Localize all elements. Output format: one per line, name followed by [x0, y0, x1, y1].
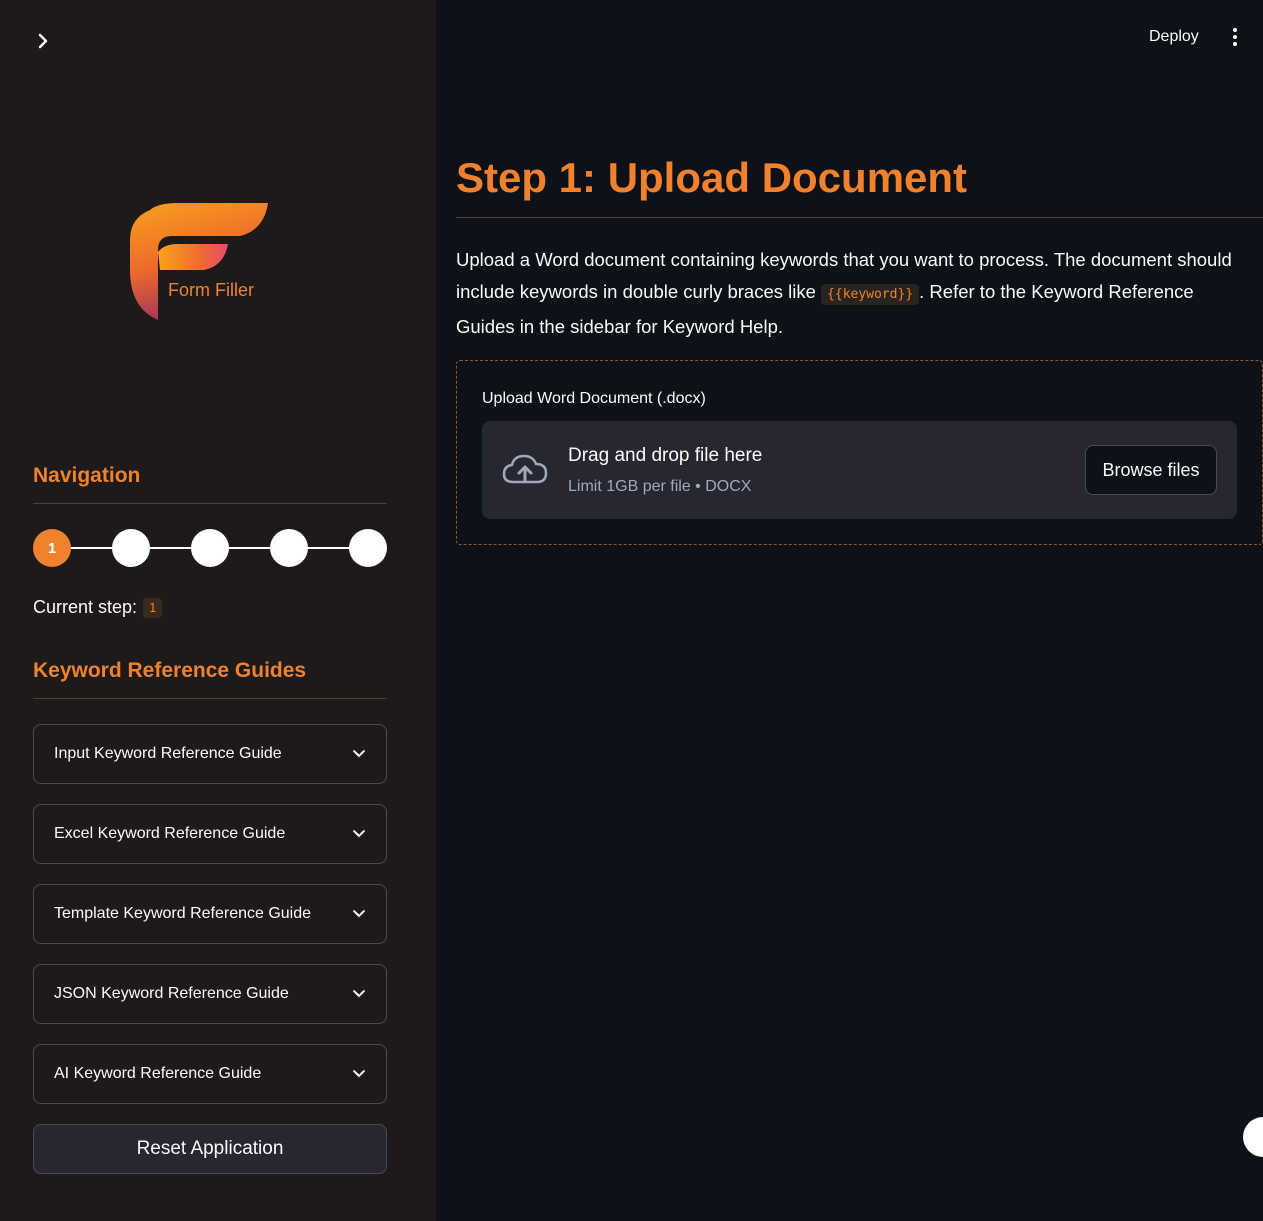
guide-excel-expander[interactable]: Excel Keyword Reference Guide [33, 804, 387, 864]
navigation-divider [33, 503, 387, 504]
cloud-upload-icon [502, 454, 548, 484]
current-step-value: 1 [143, 597, 163, 618]
main-menu-button[interactable] [1222, 24, 1248, 50]
expander-label: JSON Keyword Reference Guide [54, 985, 289, 1002]
expand-sidebar-button[interactable] [30, 28, 56, 54]
expander-label: Excel Keyword Reference Guide [54, 825, 286, 842]
step-connector [308, 547, 349, 549]
step-connector [229, 547, 270, 549]
guide-input-expander[interactable]: Input Keyword Reference Guide [33, 724, 387, 784]
guides-divider [33, 698, 387, 699]
chevron-down-icon [353, 990, 365, 998]
chevron-down-icon [353, 750, 365, 758]
navigation-title: Navigation [33, 464, 141, 487]
guide-json-expander[interactable]: JSON Keyword Reference Guide [33, 964, 387, 1024]
guide-template-expander[interactable]: Template Keyword Reference Guide [33, 884, 387, 944]
deploy-button[interactable]: Deploy [1140, 24, 1208, 50]
logo-text: Form Filler [168, 280, 254, 300]
step-connector [150, 547, 191, 549]
file-limit-text: Limit 1GB per file • DOCX [568, 478, 752, 495]
step-2[interactable]: 2 [112, 529, 150, 567]
current-step: Current step: 1 [33, 597, 163, 618]
title-divider [456, 217, 1263, 218]
reset-application-button[interactable]: Reset Application [33, 1124, 387, 1174]
page-description: Upload a Word document containing keywor… [456, 244, 1256, 343]
guides-title: Keyword Reference Guides [33, 659, 307, 682]
chevron-down-icon [353, 910, 365, 918]
expander-label: Template Keyword Reference Guide [54, 905, 312, 922]
step-3[interactable]: 3 [191, 529, 229, 567]
step-1[interactable]: 1 [33, 529, 71, 567]
step-4[interactable]: 4 [270, 529, 308, 567]
floating-action-button[interactable] [1243, 1117, 1263, 1157]
guide-ai-expander[interactable]: AI Keyword Reference Guide [33, 1044, 387, 1104]
upload-label: Upload Word Document (.docx) [482, 390, 706, 407]
page-title: Step 1: Upload Document [456, 154, 968, 201]
chevron-right-icon [38, 33, 48, 49]
browse-files-button[interactable]: Browse files [1085, 445, 1217, 495]
step-navigator: 1 2 3 4 5 [33, 529, 387, 567]
sidebar: Form Filler Navigation 1 2 3 4 5 Current… [0, 0, 436, 1221]
form-filler-logo [130, 203, 268, 320]
current-step-label: Current step: [33, 597, 138, 617]
keyword-code: {{keyword}} [821, 284, 920, 305]
kebab-menu-icon [1233, 28, 1237, 46]
chevron-down-icon [353, 830, 365, 838]
chevron-down-icon [353, 1070, 365, 1078]
drag-drop-text: Drag and drop file here [568, 445, 763, 466]
expander-label: AI Keyword Reference Guide [54, 1065, 262, 1082]
step-connector [71, 547, 112, 549]
expander-label: Input Keyword Reference Guide [54, 745, 282, 762]
step-5[interactable]: 5 [349, 529, 387, 567]
